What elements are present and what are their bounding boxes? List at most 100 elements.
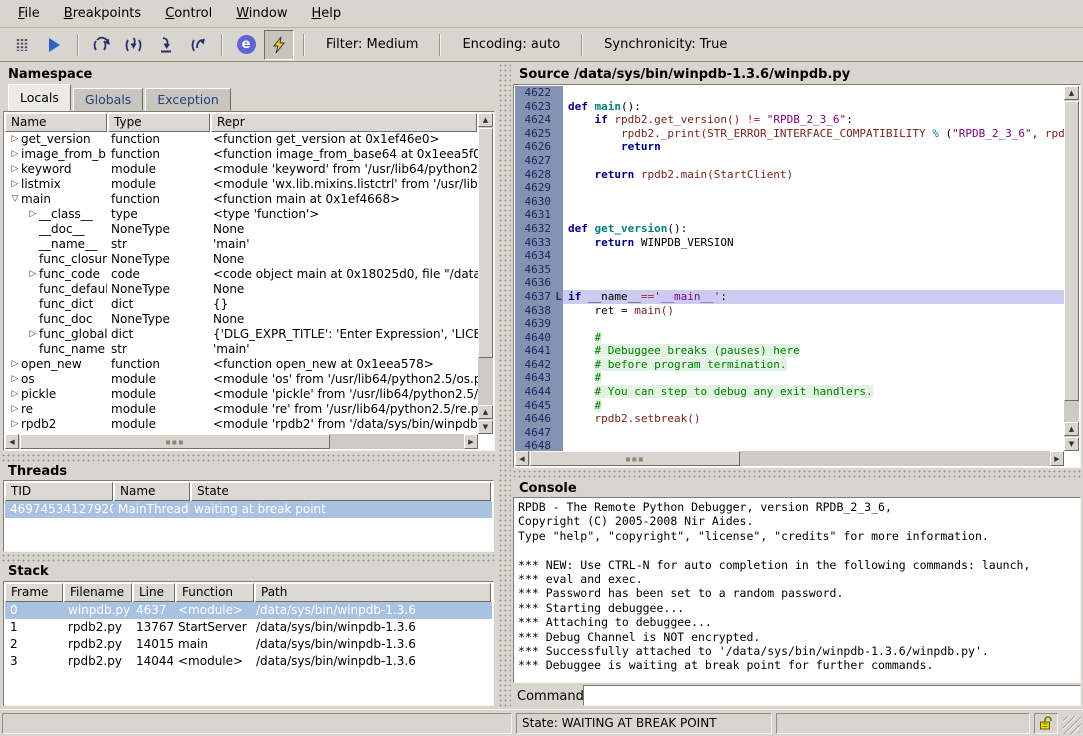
source-line[interactable]: 4629 (515, 181, 1064, 195)
tree-expand-icon[interactable]: ▷ (9, 387, 21, 402)
source-line[interactable]: 4643 # (515, 371, 1064, 385)
source-vertical-scrollbar[interactable]: ▲ ▲ ▼ (1064, 86, 1079, 451)
tree-expand-icon[interactable]: ▷ (9, 162, 21, 177)
synchronicity-button[interactable] (264, 30, 294, 60)
namespace-row[interactable]: ▷open_newfunction<function open_new at 0… (5, 357, 478, 372)
menu-file[interactable]: File (6, 2, 52, 25)
source-line[interactable]: 4638 ret = main() (515, 304, 1064, 318)
column-header-name[interactable]: Name (5, 113, 107, 132)
namespace-row[interactable]: __doc__NoneTypeNone (5, 222, 478, 237)
tree-expand-icon[interactable]: ▷ (9, 132, 21, 147)
namespace-row[interactable]: ▷image_from_bfunction<function image_fro… (5, 147, 478, 162)
source-line[interactable]: 4636 (515, 276, 1064, 290)
column-header-state[interactable]: State (191, 482, 491, 501)
break-button[interactable] (8, 31, 36, 59)
source-line[interactable]: 4640 # (515, 331, 1064, 345)
source-line[interactable]: 4630 (515, 195, 1064, 209)
scroll-up-arrow-icon[interactable]: ▲ (478, 405, 493, 419)
source-line[interactable]: 4637Lif __name__=='__main__': (515, 290, 1064, 304)
namespace-row[interactable]: __name__str'main' (5, 237, 478, 252)
tab-globals[interactable]: Globals (73, 88, 143, 111)
menu-help[interactable]: Help (299, 2, 353, 25)
source-line[interactable]: 4631 (515, 208, 1064, 222)
source-line[interactable]: 4646 rpdb2.setbreak() (515, 412, 1064, 426)
tree-expand-icon[interactable]: ▷ (27, 267, 39, 282)
tree-expand-icon[interactable]: ▷ (9, 402, 21, 417)
source-code-view[interactable]: 46224623def main():4624 if rpdb2.get_ver… (513, 84, 1081, 468)
column-header-filename[interactable]: Filename (64, 583, 132, 602)
scroll-right-arrow-icon[interactable]: ▶ (464, 434, 478, 449)
source-line[interactable]: 4642 # before program termination. (515, 358, 1064, 372)
tree-expand-icon[interactable]: ▷ (9, 177, 21, 192)
stack-frame-row[interactable]: 2rpdb2.py14015main/data/sys/bin/winpdb-1… (5, 636, 492, 653)
source-line[interactable]: 4639 (515, 317, 1064, 331)
tree-expand-icon[interactable]: ▷ (27, 327, 39, 342)
stack-frame-row[interactable]: 0winpdb.py4637<module>/data/sys/bin/winp… (5, 602, 492, 619)
namespace-row[interactable]: ▷func_codecode<code object main at 0x180… (5, 267, 478, 282)
resize-grip[interactable] (1063, 716, 1081, 734)
goto-button[interactable] (184, 31, 212, 59)
scroll-up-arrow-icon[interactable]: ▲ (1064, 422, 1079, 436)
namespace-row[interactable]: ▷func_globaldict{'DLG_EXPR_TITLE': 'Ente… (5, 327, 478, 342)
source-line[interactable]: 4647 (515, 426, 1064, 440)
scrollbar-thumb[interactable]: ▪▪▪ (530, 451, 740, 466)
column-header-path[interactable]: Path (255, 583, 491, 602)
source-line[interactable]: 4625 rpdb2._print(STR_ERROR_INTERFACE_CO… (515, 127, 1064, 141)
namespace-row[interactable]: ▷listmixmodule<module 'wx.lib.mixins.lis… (5, 177, 478, 192)
column-header-line[interactable]: Line (133, 583, 175, 602)
horizontal-splitter[interactable] (0, 452, 497, 462)
menu-breakpoints[interactable]: Breakpoints (52, 2, 153, 25)
tree-expand-icon[interactable]: ▷ (9, 417, 21, 432)
namespace-row[interactable]: ▷keywordmodule<module 'keyword' from '/u… (5, 162, 478, 177)
source-line[interactable]: 4633 return WINPDB_VERSION (515, 236, 1064, 250)
namespace-horizontal-scrollbar[interactable]: ◀ ▪▪▪ ▶ (5, 434, 478, 449)
source-line[interactable]: 4626 return (515, 140, 1064, 154)
namespace-row[interactable]: ▷remodule<module 're' from '/usr/lib64/p… (5, 402, 478, 417)
source-horizontal-scrollbar[interactable]: ◀ ▪▪▪ ▶ (515, 451, 1064, 466)
column-header-name[interactable]: Name (114, 482, 190, 501)
scroll-left-arrow-icon[interactable]: ◀ (5, 434, 19, 449)
menu-control[interactable]: Control (153, 2, 224, 25)
scrollbar-thumb[interactable] (1064, 101, 1079, 401)
namespace-row[interactable]: ▷__class__type<type 'function'> (5, 207, 478, 222)
source-line[interactable]: 4641 # Debuggee breaks (pauses) here (515, 344, 1064, 358)
column-header-repr[interactable]: Repr (211, 113, 477, 132)
namespace-row[interactable]: ▷osmodule<module 'os' from '/usr/lib64/p… (5, 372, 478, 387)
analyze-exception-button[interactable]: e (232, 31, 260, 59)
command-input[interactable] (583, 685, 1081, 706)
scroll-up-arrow-icon[interactable]: ▲ (1064, 86, 1079, 100)
tab-exception[interactable]: Exception (145, 88, 231, 111)
source-line[interactable]: 4635 (515, 263, 1064, 277)
source-line[interactable]: 4623def main(): (515, 100, 1064, 114)
tree-expand-icon[interactable]: ▷ (9, 357, 21, 372)
namespace-row[interactable]: func_defaulNoneTypeNone (5, 282, 478, 297)
source-line[interactable]: 4645 # (515, 399, 1064, 413)
horizontal-splitter[interactable] (511, 468, 1083, 478)
return-button[interactable] (152, 31, 180, 59)
namespace-row[interactable]: func_closurNoneTypeNone (5, 252, 478, 267)
tree-expand-icon[interactable]: ▷ (27, 207, 39, 222)
scroll-down-arrow-icon[interactable]: ▼ (1064, 437, 1079, 451)
step-button[interactable] (120, 31, 148, 59)
source-line[interactable]: 4622 (515, 86, 1064, 100)
namespace-row[interactable]: ▽mainfunction<function main at 0x1ef4668… (5, 192, 478, 207)
column-header-function[interactable]: Function (176, 583, 254, 602)
menu-window[interactable]: Window (224, 2, 299, 25)
stack-frame-row[interactable]: 1rpdb2.py13767StartServer/data/sys/bin/w… (5, 619, 492, 636)
column-header-tid[interactable]: TID (5, 482, 113, 501)
vertical-splitter[interactable] (497, 62, 511, 708)
scroll-up-arrow-icon[interactable]: ▲ (478, 113, 493, 127)
console-output[interactable]: RPDB - The Remote Python Debugger, versi… (513, 497, 1081, 683)
scrollbar-thumb[interactable]: ▪▪▪ (20, 434, 330, 449)
tree-collapse-icon[interactable]: ▽ (9, 192, 21, 207)
column-header-frame[interactable]: Frame (5, 583, 63, 602)
source-line[interactable]: 4627 (515, 154, 1064, 168)
namespace-row[interactable]: ▷rpdb2module<module 'rpdb2' from '/data/… (5, 417, 478, 432)
namespace-row[interactable]: func_dictdict{} (5, 297, 478, 312)
horizontal-splitter[interactable] (0, 552, 497, 562)
source-line[interactable]: 4648 (515, 439, 1064, 451)
source-line[interactable]: 4624 if rpdb2.get_version() != "RPDB_2_3… (515, 113, 1064, 127)
source-line[interactable]: 4644 # You can step to debug any exit ha… (515, 385, 1064, 399)
namespace-row[interactable]: func_docNoneTypeNone (5, 312, 478, 327)
scroll-down-arrow-icon[interactable]: ▼ (478, 420, 493, 434)
